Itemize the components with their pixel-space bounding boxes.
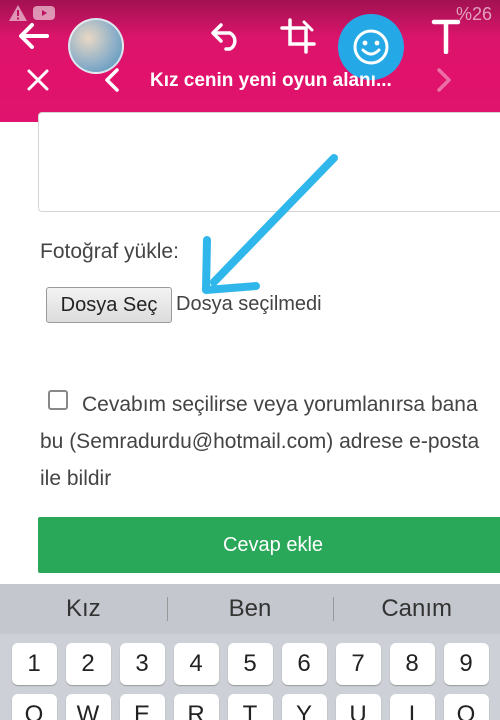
key-o[interactable]: O <box>443 694 489 720</box>
number-row: 1 2 3 4 5 6 7 8 9 <box>0 643 500 685</box>
chevron-left-icon <box>105 68 119 92</box>
suggestion-3[interactable]: Canım <box>333 595 500 623</box>
key-2[interactable]: 2 <box>65 643 111 685</box>
crop-icon <box>280 18 316 54</box>
key-3[interactable]: 3 <box>119 643 165 685</box>
key-e[interactable]: E <box>119 694 165 720</box>
chevron-right-icon <box>437 68 451 92</box>
submit-answer-button[interactable]: Cevap ekle <box>38 517 500 573</box>
key-t[interactable]: T <box>227 694 273 720</box>
next-button[interactable] <box>418 54 470 106</box>
key-6[interactable]: 6 <box>281 643 327 685</box>
arrow-left-icon <box>19 23 49 49</box>
editor-header: %26 Kız cenin yeni oyun alanı... <box>0 0 500 122</box>
text-icon <box>431 19 461 54</box>
key-r[interactable]: R <box>173 694 219 720</box>
letter-row: Q W E R T Y U I O <box>0 694 500 720</box>
suggestion-bar: Kız Ben Canım <box>0 584 500 634</box>
close-icon <box>27 69 49 91</box>
key-y[interactable]: Y <box>281 694 327 720</box>
upload-label: Fotoğraf yükle: <box>40 240 179 263</box>
close-button[interactable] <box>12 54 64 106</box>
crop-button[interactable] <box>272 10 324 62</box>
key-i[interactable]: I <box>389 694 435 720</box>
key-u[interactable]: U <box>335 694 381 720</box>
key-8[interactable]: 8 <box>389 643 435 685</box>
file-status-text: Dosya seçilmedi <box>176 293 322 315</box>
answer-form: Fotoğraf yükle: Dosya Seç Dosya seçilmed… <box>0 112 500 584</box>
key-4[interactable]: 4 <box>173 643 219 685</box>
choose-file-button[interactable]: Dosya Seç <box>46 287 172 323</box>
key-1[interactable]: 1 <box>11 643 57 685</box>
suggestion-1[interactable]: Kız <box>0 595 167 623</box>
browser-nav-row: Kız cenin yeni oyun alanı... <box>0 58 500 104</box>
key-9[interactable]: 9 <box>443 643 489 685</box>
notify-label: Cevabım seçilirse veya yorumlanırsa bana… <box>40 393 480 490</box>
page-title: Kız cenin yeni oyun alanı... <box>150 70 392 91</box>
keyboard: Kız Ben Canım 1 2 3 4 5 6 7 8 9 Q W E R … <box>0 584 500 720</box>
key-w[interactable]: W <box>65 694 111 720</box>
key-7[interactable]: 7 <box>335 643 381 685</box>
undo-icon <box>211 23 237 51</box>
key-5[interactable]: 5 <box>227 643 273 685</box>
suggestion-2[interactable]: Ben <box>166 595 334 623</box>
answer-textarea[interactable] <box>38 112 500 212</box>
undo-button[interactable] <box>200 10 252 62</box>
key-q[interactable]: Q <box>11 694 57 720</box>
prev-button[interactable] <box>86 54 138 106</box>
